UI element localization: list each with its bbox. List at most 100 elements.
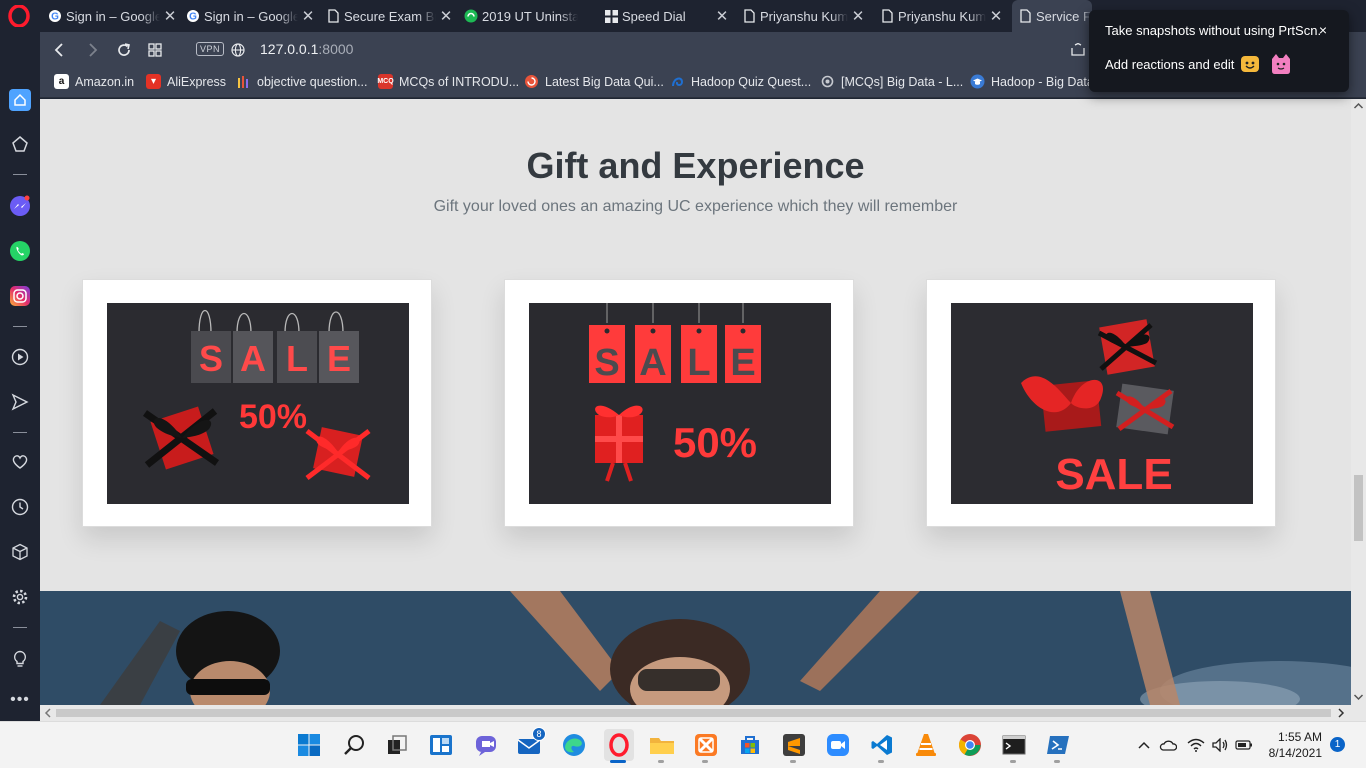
notification-badge[interactable]: 1 [1330,737,1345,752]
section-title: Gift and Experience [526,145,865,186]
store-icon[interactable] [736,731,764,759]
search-icon[interactable] [340,731,368,759]
gift-section: Gift and Experience Gift your loved ones… [40,99,1351,591]
tabs-grid-icon[interactable] [143,38,167,62]
opera-logo-icon[interactable] [8,5,30,27]
url-host: 127.0.0.1 [260,41,319,57]
vscode-icon[interactable] [868,731,896,759]
bookmark-aliexpress[interactable]: ▾ AliExpress [146,74,226,89]
bookmark-amazon[interactable]: a Amazon.in [54,74,134,89]
player-icon[interactable] [9,346,31,368]
windows-start-icon[interactable] [295,731,323,759]
gift-card[interactable]: S A L E 50% [82,279,432,527]
sale-letter-a: A [240,338,266,379]
wifi-icon[interactable] [1187,736,1205,754]
onedrive-cloud-icon[interactable] [1159,736,1177,754]
opera-taskbar-icon[interactable] [604,729,634,761]
horizontal-scroll-thumb[interactable] [56,709,1331,717]
close-tab-icon[interactable]: ✕ [850,7,866,25]
tab-sign-in-google-2[interactable]: G Sign in – Google ✕ [180,2,316,30]
scroll-up-icon[interactable] [1351,100,1366,112]
speed-dial-icon [604,9,618,23]
tab-sign-in-google-1[interactable]: G Sign in – Google ✕ [42,2,178,30]
vertical-scroll-thumb[interactable] [1354,475,1363,541]
close-popup-icon[interactable]: × [1319,22,1327,38]
vpn-badge[interactable]: VPN [196,42,225,56]
more-options-icon[interactable]: ••• [9,689,31,711]
back-icon[interactable] [48,38,72,62]
lightbulb-icon[interactable] [9,648,31,670]
system-clock[interactable]: 1:55 AM 8/14/2021 [1269,729,1322,761]
whatsapp-icon[interactable] [9,240,31,262]
tab-service-finder[interactable]: Service Fi [1012,0,1092,32]
teams-chat-icon[interactable] [472,731,500,759]
tab-speed-dial[interactable]: Speed Dial ✕ [598,2,730,30]
bookmark-big-data-quiz[interactable]: Latest Big Data Qui... [524,74,664,89]
bookmark-label: MCQs of INTRODU... [399,74,520,89]
bookmark-hadoop-big-data[interactable]: Hadoop - Big Data [970,74,1094,89]
cat-sticker-icon [1272,54,1291,74]
globe-icon[interactable] [226,38,250,62]
amazon-icon: a [54,74,69,89]
url-field[interactable]: 127.0.0.1:8000 [260,41,353,57]
sale-letter-e: E [730,342,755,384]
chrome-icon[interactable] [956,731,984,759]
home-icon[interactable] [9,89,31,111]
heart-icon[interactable] [9,451,31,473]
bookmark-hadoop-quiz[interactable]: Hadoop Quiz Quest... [670,74,811,89]
tab-priyanshu-2[interactable]: Priyanshu Kuma ✕ [874,2,1004,30]
spiral-icon [524,74,539,89]
powershell-icon[interactable] [1044,731,1072,759]
battery-icon[interactable] [1235,736,1253,754]
widgets-icon[interactable] [427,731,455,759]
messenger-icon[interactable] [9,195,31,217]
forward-icon[interactable] [80,38,104,62]
scroll-right-icon[interactable] [1335,705,1347,721]
scroll-left-icon[interactable] [42,705,54,721]
snapshot-icon[interactable] [1066,38,1090,62]
tab-secure-exam[interactable]: Secure Exam Bro ✕ [320,2,454,30]
chevron-up-icon[interactable] [1135,736,1153,754]
cube-icon[interactable] [9,541,31,563]
gift-card[interactable]: SALE [926,279,1276,527]
history-icon[interactable] [9,496,31,518]
speed-dial-sidebar-icon[interactable] [9,133,31,155]
close-tab-icon[interactable]: ✕ [162,7,178,25]
scroll-down-icon[interactable] [1351,691,1366,703]
settings-gear-icon[interactable] [9,586,31,608]
swirl-icon [670,74,685,89]
close-tab-icon[interactable]: ✕ [988,7,1004,25]
close-tab-icon[interactable]: ✕ [438,7,454,25]
vertical-scrollbar[interactable] [1351,99,1366,705]
discount-text: 50% [673,419,757,466]
sublime-text-icon[interactable] [780,731,808,759]
horizontal-scrollbar[interactable] [40,705,1351,721]
file-explorer-icon[interactable] [648,731,676,759]
tab-ut-uninstall[interactable]: 2019 UT Uninsta [458,2,596,30]
bookmark-label: Hadoop - Big Data [991,74,1094,89]
tab-priyanshu-1[interactable]: Priyanshu Kuma ✕ [736,2,866,30]
gift-card[interactable]: S A L E 50% [504,279,854,527]
mail-icon[interactable]: 8 [516,727,546,759]
terminal-icon[interactable] [1000,731,1028,759]
reload-icon[interactable] [112,38,136,62]
bookmark-mcqs-introdu[interactable]: MCQ MCQs of INTRODU... [377,74,520,89]
document-icon [326,9,340,23]
task-view-icon[interactable] [383,731,411,759]
bookmark-objective-question[interactable]: objective question... [236,74,368,89]
sidebar-divider [13,432,27,433]
instagram-icon[interactable] [9,285,31,307]
vlc-icon[interactable] [912,731,940,759]
xampp-icon[interactable] [692,731,720,759]
volume-icon[interactable] [1211,736,1229,754]
bookmark-label: Hadoop Quiz Quest... [691,74,812,89]
zoom-icon[interactable] [824,731,852,759]
bookmark-mcqs-big-data[interactable]: [MCQs] Big Data - L... [820,74,963,89]
bookmark-label: Latest Big Data Qui... [545,74,664,89]
close-tab-icon[interactable]: ✕ [714,7,730,25]
edge-icon[interactable] [560,731,588,759]
tab-title: Secure Exam Bro [344,8,436,24]
send-icon[interactable] [9,391,31,413]
close-tab-icon[interactable]: ✕ [300,7,316,25]
sidebar-divider [13,174,27,175]
